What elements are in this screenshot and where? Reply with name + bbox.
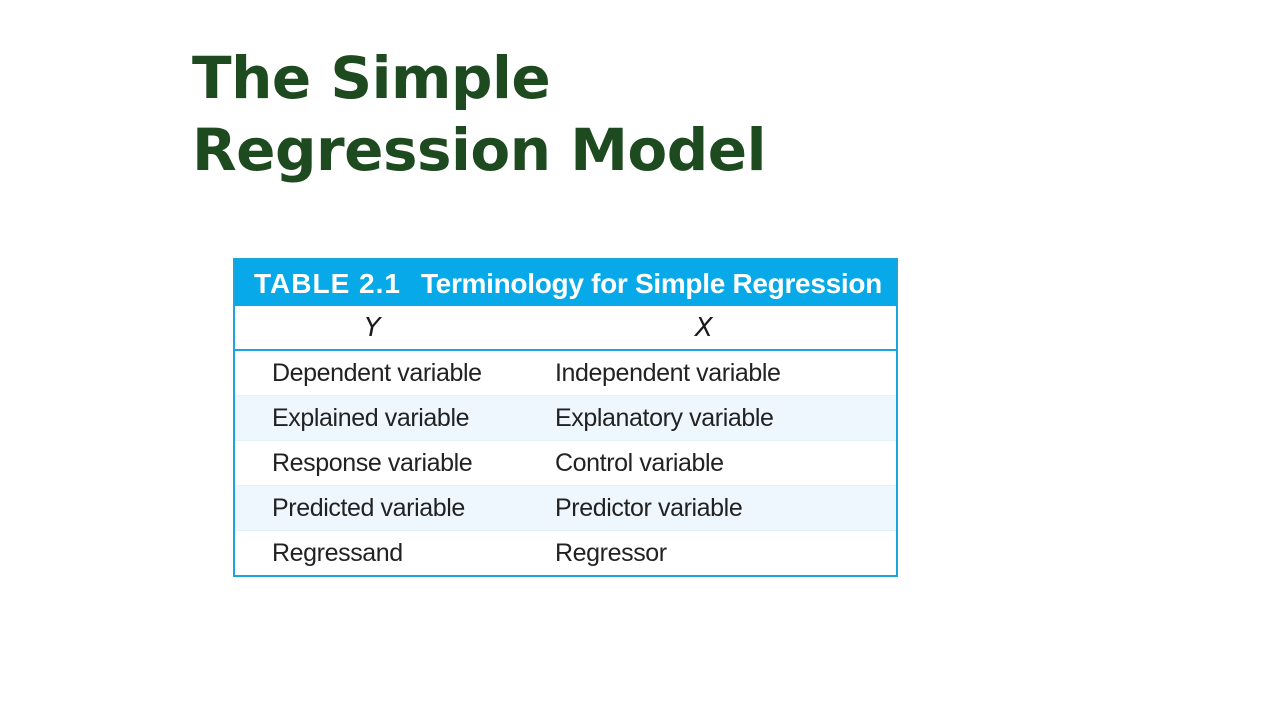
table-cell-x: Independent variable (555, 359, 781, 387)
table-cell-x: Regressor (555, 539, 667, 567)
column-header-x: X (695, 313, 713, 343)
table-cell-x: Predictor variable (555, 494, 743, 522)
slide-title: The Simple Regression Model (192, 42, 767, 186)
table-cell-y: Response variable (272, 449, 473, 477)
table-caption-label: TABLE 2.1 (254, 268, 401, 299)
table-row: Regressand Regressor (235, 531, 896, 575)
table-cell-y: Dependent variable (272, 359, 482, 387)
table-cell-y: Explained variable (272, 404, 470, 432)
slide-title-line-1: The Simple (192, 44, 551, 112)
table-row: Response variable Control variable (235, 441, 896, 486)
table-caption: TABLE 2.1 Terminology for Simple Regressi… (235, 260, 896, 306)
table-cell-y: Regressand (272, 539, 403, 567)
slide-title-line-2: Regression Model (192, 116, 767, 184)
table-cell-x: Explanatory variable (555, 404, 774, 432)
slide: The Simple Regression Model TABLE 2.1 Ter… (0, 0, 1280, 720)
table-header-row: Y X (235, 306, 896, 351)
terminology-table: TABLE 2.1 Terminology for Simple Regressi… (233, 258, 898, 577)
table-row: Explained variable Explanatory variable (235, 396, 896, 441)
table-caption-text: Terminology for Simple Regression (420, 268, 882, 299)
table-cell-y: Predicted variable (272, 494, 465, 522)
table-row: Dependent variable Independent variable (235, 351, 896, 396)
column-header-y: Y (364, 313, 381, 343)
table-cell-x: Control variable (555, 449, 724, 477)
table-row: Predicted variable Predictor variable (235, 486, 896, 531)
